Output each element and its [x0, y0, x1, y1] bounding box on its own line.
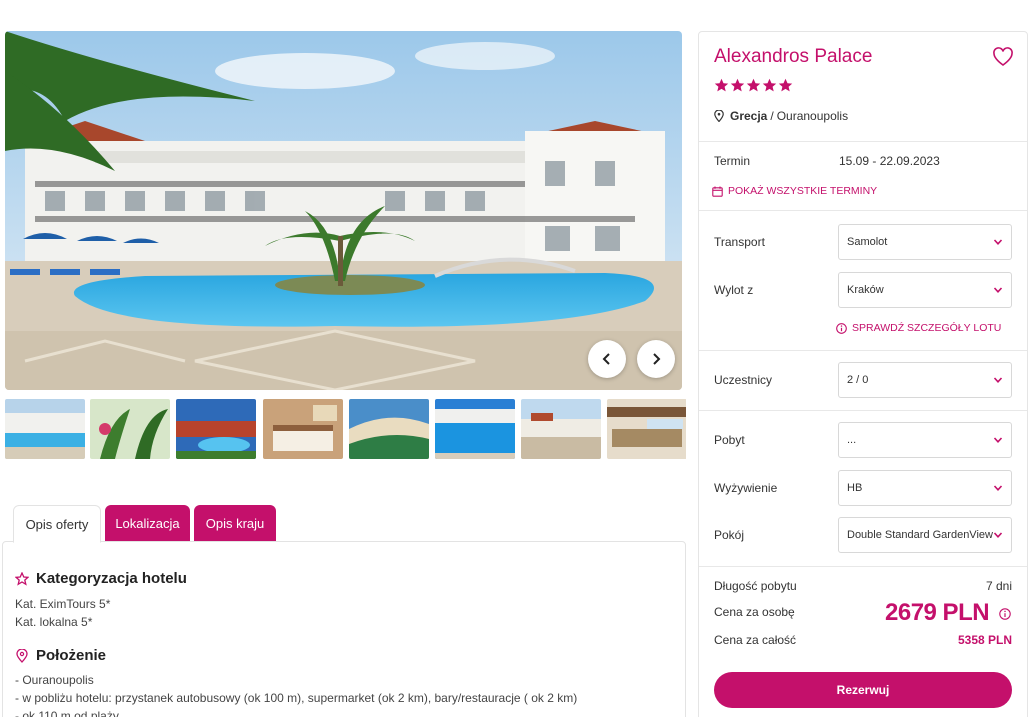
- thumbnail-4[interactable]: [263, 399, 343, 459]
- participants-select[interactable]: 2 / 0: [838, 362, 1012, 398]
- transport-select[interactable]: Samolot: [838, 224, 1012, 260]
- calendar-icon: [712, 186, 723, 197]
- star-outline-icon: [15, 571, 29, 586]
- chevron-down-icon: [993, 532, 1003, 538]
- chevron-down-icon: [993, 239, 1003, 245]
- divider: [699, 566, 1027, 567]
- tab-offer-description[interactable]: Opis oferty: [13, 505, 101, 543]
- term-value: 15.09 - 22.09.2023: [839, 154, 940, 168]
- category-line-1: Kat. EximTours 5*: [15, 597, 111, 611]
- stay-length-value: 7 dni: [985, 579, 1012, 593]
- offer-summary-panel: Alexandros Palace Grecja / Ouranoupolis …: [698, 31, 1028, 717]
- thumbnail-strip: [5, 399, 686, 459]
- stay-selected: ...: [847, 434, 857, 446]
- participants-label: Uczestnicy: [714, 373, 773, 387]
- star-icon: [746, 78, 761, 92]
- star-icon: [714, 78, 729, 92]
- show-all-terms-link[interactable]: POKAŻ WSZYSTKIE TERMINY: [712, 185, 877, 197]
- map-pin-icon: [16, 648, 28, 663]
- price-info-icon[interactable]: [999, 608, 1011, 620]
- hotel-location: Grecja / Ouranoupolis: [714, 109, 848, 123]
- thumbnail-1[interactable]: [5, 399, 85, 459]
- reserve-button[interactable]: Rezerwuj: [714, 672, 1012, 708]
- hotel-name: Alexandros Palace: [714, 46, 873, 67]
- board-selected: HB: [847, 482, 863, 494]
- location-title: Położenie: [36, 647, 107, 664]
- thumbnail-5[interactable]: [349, 399, 429, 459]
- thumbnail-2[interactable]: [90, 399, 170, 459]
- chevron-left-icon: [602, 353, 610, 365]
- thumbnail-8[interactable]: [607, 399, 686, 459]
- price-per-person-value: 2679 PLN: [885, 599, 990, 626]
- gallery-next-button[interactable]: [637, 340, 675, 378]
- divider: [699, 210, 1027, 211]
- room-select[interactable]: Double Standard GardenView: [838, 517, 1012, 553]
- stay-select[interactable]: ...: [838, 422, 1012, 458]
- location-country: Grecja: [730, 109, 768, 123]
- heart-outline-icon[interactable]: [992, 47, 1014, 67]
- stay-length-label: Długość pobytu: [714, 579, 797, 593]
- room-label: Pokój: [714, 528, 745, 542]
- location-line-1: - Ouranoupolis: [15, 673, 94, 687]
- chevron-down-icon: [993, 437, 1003, 443]
- star-icon: [762, 78, 777, 92]
- price-per-person-label: Cena za osobę: [714, 605, 795, 619]
- chevron-down-icon: [993, 287, 1003, 293]
- divider: [699, 141, 1027, 142]
- location-line-3: - ok 110 m od plaży: [15, 709, 119, 717]
- price-total-value: 5358 PLN: [957, 633, 1012, 647]
- departure-selected: Kraków: [847, 284, 884, 296]
- flight-details-label: SPRAWDŹ SZCZEGÓŁY LOTU: [852, 322, 1002, 334]
- thumbnail-7[interactable]: [521, 399, 601, 459]
- show-all-terms-label: POKAŻ WSZYSTKIE TERMINY: [728, 185, 878, 197]
- transport-label: Transport: [714, 235, 765, 249]
- chevron-down-icon: [993, 485, 1003, 491]
- location-heading: Położenie: [15, 647, 106, 664]
- location-city: Ouranoupolis: [776, 109, 849, 123]
- hotel-category-heading: Kategoryzacja hotelu: [15, 570, 187, 587]
- gallery-prev-button[interactable]: [588, 340, 626, 378]
- star-icon: [730, 78, 745, 92]
- star-icon: [778, 78, 793, 92]
- thumbnail-6[interactable]: [435, 399, 515, 459]
- hotel-category-title: Kategoryzacja hotelu: [36, 570, 187, 587]
- hotel-main-photo[interactable]: [5, 31, 682, 390]
- room-selected: Double Standard GardenView: [847, 529, 993, 541]
- location-line-2: - w pobliżu hotelu: przystanek autobusow…: [15, 691, 578, 705]
- tab-country-description[interactable]: Opis kraju: [194, 505, 276, 543]
- price-total-label: Cena za całość: [714, 633, 797, 647]
- departure-select[interactable]: Kraków: [838, 272, 1012, 308]
- stay-label: Pobyt: [714, 433, 745, 447]
- thumbnail-3[interactable]: [176, 399, 256, 459]
- info-icon: [836, 322, 847, 334]
- transport-selected: Samolot: [847, 236, 888, 248]
- category-line-2: Kat. lokalna 5*: [15, 615, 93, 629]
- chevron-down-icon: [993, 377, 1003, 383]
- map-pin-icon: [714, 110, 724, 122]
- tab-location[interactable]: Lokalizacja: [105, 505, 190, 543]
- offer-description-panel: Kategoryzacja hotelu Kat. EximTours 5* K…: [2, 541, 686, 717]
- divider: [699, 350, 1027, 351]
- divider: [699, 410, 1027, 411]
- term-label: Termin: [714, 154, 751, 168]
- location-separator: /: [770, 109, 774, 123]
- chevron-right-icon: [653, 353, 661, 365]
- board-select[interactable]: HB: [838, 470, 1012, 506]
- participants-selected: 2 / 0: [847, 374, 869, 386]
- departure-label: Wylot z: [714, 283, 754, 297]
- board-label: Wyżywienie: [714, 481, 778, 495]
- hotel-stars: [714, 78, 793, 93]
- flight-details-link[interactable]: SPRAWDŹ SZCZEGÓŁY LOTU: [836, 322, 1001, 334]
